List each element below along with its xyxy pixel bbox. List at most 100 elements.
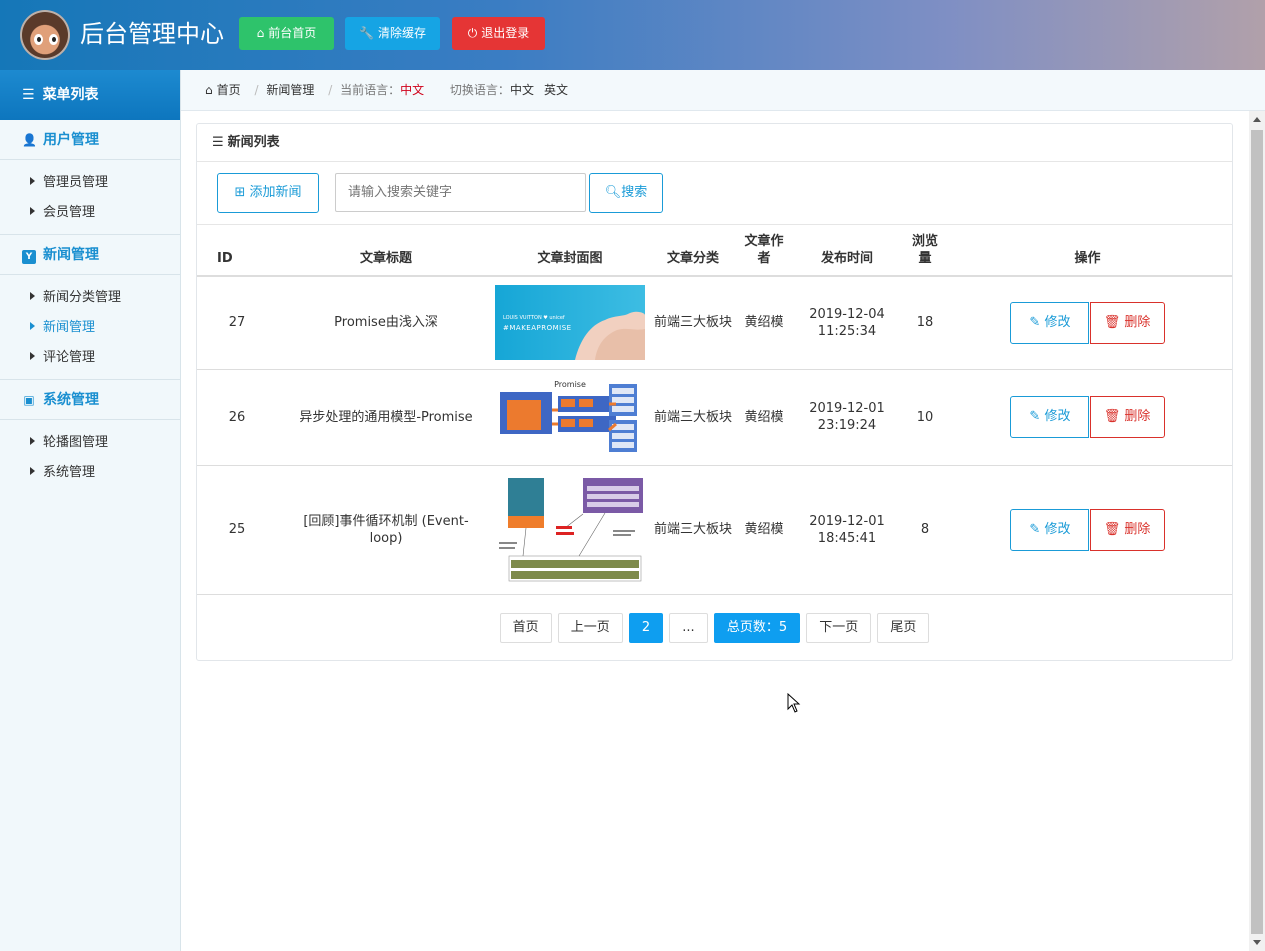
cell-author: 黄绍模: [741, 369, 787, 466]
cover-image: [495, 477, 645, 582]
edit-button[interactable]: ✎ 修改: [1010, 508, 1090, 551]
sidebar-group-system[interactable]: ▣ 系统管理: [0, 380, 180, 420]
delete-button[interactable]: 🗑︎ 删除: [1089, 301, 1165, 344]
cell-category: 前端三大板块: [645, 276, 741, 370]
sidebar-item-news[interactable]: 新闻管理: [0, 313, 180, 343]
cell-title: 异步处理的通用模型-Promise: [277, 369, 495, 466]
edit-icon: ✎: [1029, 409, 1041, 424]
page-ellipsis[interactable]: ...: [669, 613, 708, 643]
sidebar-item-admins[interactable]: 管理员管理: [0, 168, 180, 198]
cell-id: 25: [197, 465, 277, 595]
news-icon: Y: [22, 250, 36, 264]
home-icon: ⌂: [205, 83, 213, 97]
current-language-value: 中文: [400, 83, 425, 97]
trash-icon: 🗑︎: [1103, 314, 1121, 330]
caret-right-icon: [30, 207, 35, 215]
sidebar-item-label: 新闻分类管理: [43, 290, 122, 305]
cell-views: 18: [907, 276, 943, 370]
edit-icon: ✎: [1029, 521, 1041, 537]
logout-button[interactable]: ⏻ 退出登录: [452, 17, 545, 50]
cell-title: [回顾]事件循环机制 (Event-loop): [277, 465, 495, 595]
cell-author: 黄绍模: [741, 465, 787, 595]
panel-title-label: 新闻列表: [227, 135, 280, 150]
cell-date: 2019-12-04: [809, 306, 885, 322]
sidebar-item-news-categories[interactable]: 新闻分类管理: [0, 283, 180, 313]
edit-label: 修改: [1044, 314, 1071, 330]
front-home-label: 前台首页: [268, 26, 317, 40]
list-icon: ☰: [22, 87, 35, 103]
switch-language-zh[interactable]: 中文: [510, 83, 534, 97]
drive-icon: ▣: [23, 393, 35, 407]
column-header-time: 发布时间: [787, 225, 907, 277]
search-input[interactable]: [335, 173, 586, 212]
add-news-button[interactable]: ⊞ 添加新闻: [217, 173, 319, 213]
front-home-button[interactable]: ⌂ 前台首页: [239, 17, 334, 50]
edit-button[interactable]: ✎ 修改: [1010, 301, 1090, 344]
sidebar-title-label: 菜单列表: [42, 87, 99, 103]
sidebar-item-comments[interactable]: 评论管理: [0, 343, 180, 373]
edit-button[interactable]: ✎ 修改: [1010, 396, 1090, 438]
column-header-cover: 文章封面图: [495, 225, 645, 277]
page-prev[interactable]: 上一页: [557, 613, 623, 643]
page-total: 总页数：5: [713, 613, 801, 643]
add-news-label: 添加新闻: [249, 185, 302, 200]
cell-clock: 11:25:34: [817, 323, 877, 339]
cell-views: 8: [907, 465, 943, 595]
sidebar-submenu-news: 新闻分类管理 新闻管理 评论管理: [0, 275, 180, 380]
breadcrumb-separator: /: [328, 83, 333, 97]
event-loop-diagram-graphic: [499, 477, 643, 581]
scroll-up-icon[interactable]: [1253, 117, 1261, 122]
column-header-id: ID: [197, 225, 277, 277]
delete-label: 删除: [1124, 521, 1151, 537]
breadcrumb-separator: /: [254, 83, 259, 97]
sidebar-group-users[interactable]: 👤 用户管理: [0, 120, 180, 160]
cell-time: 2019-12-01 18:45:41: [787, 465, 907, 595]
cell-cover: [495, 465, 645, 595]
search-button[interactable]: 🔍︎搜索: [589, 173, 663, 213]
table-row: 27 Promise由浅入深 LOUIS VUITTON ♥ unicef #M…: [197, 276, 1232, 370]
sidebar-item-label: 轮播图管理: [43, 435, 109, 450]
cell-title: Promise由浅入深: [277, 276, 495, 370]
scrollbar[interactable]: [1249, 111, 1265, 951]
logout-label: 退出登录: [481, 26, 530, 40]
edit-label: 修改: [1044, 521, 1071, 537]
cell-category: 前端三大板块: [645, 369, 741, 466]
cover-image: Promise: [495, 379, 645, 455]
sidebar-item-members[interactable]: 会员管理: [0, 198, 180, 228]
cell-time: 2019-12-04 11:25:34: [787, 276, 907, 370]
column-header-category: 文章分类: [645, 225, 741, 277]
clear-cache-button[interactable]: 🔧 清除缓存: [345, 17, 440, 50]
page-last[interactable]: 尾页: [877, 613, 930, 643]
table-header-row: ID 文章标题 文章封面图 文章分类 文章作者 发布时间 浏览量 操作: [197, 225, 1232, 277]
caret-right-icon: [30, 467, 35, 475]
scroll-down-icon[interactable]: [1253, 940, 1261, 945]
cell-time: 2019-12-01 23:19:24: [787, 369, 907, 466]
sidebar-group-news[interactable]: Y 新闻管理: [0, 235, 180, 275]
page-first[interactable]: 首页: [499, 613, 552, 643]
search-label: 搜索: [621, 185, 648, 200]
sidebar-item-label: 新闻管理: [43, 320, 96, 335]
delete-button[interactable]: 🗑︎ 删除: [1089, 396, 1165, 438]
plus-square-icon: ⊞: [234, 185, 246, 200]
delete-button[interactable]: 🗑︎ 删除: [1089, 508, 1165, 551]
news-list-panel: ☰新闻列表 ⊞ 添加新闻 🔍︎搜索 ID 文章标题 文章封面图 文章分类 文章作…: [196, 123, 1233, 661]
scrollbar-thumb[interactable]: [1251, 130, 1263, 934]
edit-icon: ✎: [1029, 314, 1041, 330]
sidebar-item-system[interactable]: 系统管理: [0, 458, 180, 488]
sidebar-item-label: 会员管理: [43, 205, 96, 220]
sidebar: ☰ 菜单列表 👤 用户管理 管理员管理 会员管理 Y 新闻管理 新闻分类管理 新闻管理…: [0, 70, 181, 951]
breadcrumb-home[interactable]: 首页: [217, 83, 241, 97]
cell-clock: 23:19:24: [817, 418, 877, 433]
cover-image: LOUIS VUITTON ♥ unicef #MAKEAPROMISE: [495, 285, 645, 361]
panel-title: ☰ 新闻列表: [197, 124, 1232, 162]
avatar: [20, 10, 70, 60]
cover-hands-graphic: [575, 311, 645, 361]
switch-language-en[interactable]: 英文: [544, 83, 568, 97]
page-next[interactable]: 下一页: [806, 613, 872, 643]
sidebar-item-label: 系统管理: [43, 465, 96, 480]
cell-id: 26: [197, 369, 277, 466]
column-header-author: 文章作者: [741, 225, 787, 277]
page-current[interactable]: 2: [628, 613, 664, 643]
sidebar-item-carousel[interactable]: 轮播图管理: [0, 428, 180, 458]
sidebar-group-label: 系统管理: [43, 392, 99, 408]
